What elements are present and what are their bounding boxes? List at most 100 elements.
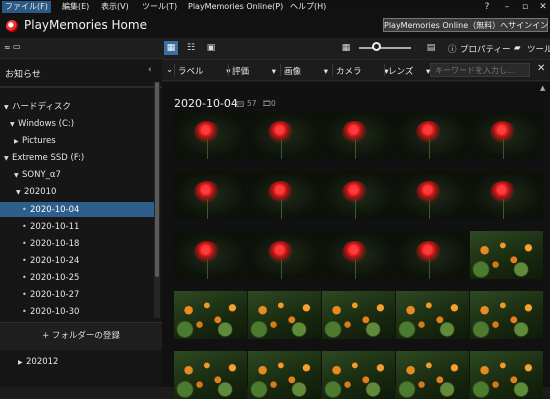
close-window-icon[interactable]: ✕ [536,1,550,13]
divider [0,86,162,88]
filter-dropdown[interactable]: カメラ ▾ [336,65,388,77]
photo-thumbnail[interactable] [322,291,395,339]
close-icon[interactable]: ✕ [537,63,545,74]
photo-thumbnail[interactable] [396,291,469,339]
photo-thumbnail[interactable] [248,351,321,399]
monitor-icon[interactable]: ▭ [13,42,21,51]
tree-item-label: 2020-10-04 [30,205,80,215]
bullet-icon[interactable]: • [22,287,30,302]
photo-thumbnail[interactable] [396,231,469,279]
tree-item[interactable]: ▶ Pictures [0,134,154,149]
collapse-icon[interactable]: ≈ [4,43,11,52]
photo-thumbnail[interactable] [396,351,469,399]
properties-button[interactable]: プロパティー [460,43,511,55]
tree-item-label: Windows (C:) [18,119,75,129]
filter-collapse-icon[interactable]: ⌄ [166,65,173,75]
small-thumbs-icon[interactable]: ▦ [339,41,353,55]
tree-item[interactable]: • 2020-10-25 [0,270,154,285]
chevron-down-icon: ▾ [423,67,431,77]
toolbox-icon: ▰ [514,43,521,53]
menu-item[interactable]: ファイル(F) [2,1,51,13]
app-logo-icon [6,20,18,32]
bullet-icon[interactable]: • [22,202,30,217]
menu-item[interactable]: PlayMemories Online(P) [185,1,286,13]
photo-thumbnail[interactable] [396,171,469,219]
minimize-icon[interactable]: – [500,1,514,13]
tree-item[interactable]: • 2020-10-27 [0,287,154,302]
filter-label: ラベル [178,67,204,77]
tree-item[interactable]: ▼ ハードディスク [0,100,154,115]
menu-item[interactable]: ツール(T) [139,1,180,13]
photo-thumbnail[interactable] [322,111,395,159]
tree-item[interactable]: ▼ SONY_α7 [0,168,154,183]
expand-down-icon[interactable]: ▼ [14,168,22,183]
menu-item[interactable]: ヘルプ(H) [287,1,329,13]
tools-button[interactable]: ツール [527,43,550,55]
divider [384,64,385,76]
tree-item-label: 202012 [26,357,59,367]
expand-down-icon[interactable]: ▼ [16,185,24,200]
photo-thumbnail[interactable] [248,291,321,339]
photo-thumbnail[interactable] [248,231,321,279]
expand-right-icon[interactable]: ▶ [18,355,26,370]
help-icon[interactable]: ? [480,1,494,13]
scroll-up-icon[interactable]: ▲ [540,84,545,92]
tree-item-label: SONY_α7 [22,170,61,180]
maximize-icon[interactable]: ▫ [518,1,532,13]
register-folder-button[interactable]: + フォルダーの登録 [0,322,162,350]
filter-dropdown[interactable]: 評価 ▾ [232,65,276,77]
photo-thumbnail[interactable] [322,351,395,399]
tree-item[interactable]: • 2020-10-30 [0,304,154,319]
photo-thumbnail[interactable] [174,111,247,159]
chevron-down-icon: ▾ [269,67,276,77]
menu-item[interactable]: 編集(E) [59,1,92,13]
filter-dropdown[interactable]: レンズ ▾ [388,65,430,77]
bullet-icon[interactable]: • [22,236,30,251]
filter-dropdown[interactable]: ラベル ▾ [178,65,230,77]
list-view-icon[interactable]: ☷ [184,41,198,55]
search-input[interactable] [430,63,530,77]
menu-item[interactable]: 表示(V) [98,1,132,13]
tree-item[interactable]: • 2020-10-18 [0,236,154,251]
photo-thumbnail[interactable] [322,171,395,219]
divider [332,64,333,76]
tree-item[interactable]: ▼ Windows (C:) [0,117,154,132]
photo-thumbnail[interactable] [174,351,247,399]
tree-item[interactable]: • 2020-10-04 [0,202,154,217]
filter-dropdown[interactable]: 画像 ▾ [284,65,328,77]
notice-label[interactable]: お知らせ [5,67,41,80]
photo-thumbnail[interactable] [174,231,247,279]
photo-thumbnail[interactable] [322,231,395,279]
tree-item[interactable]: • 2020-10-11 [0,219,154,234]
bullet-icon[interactable]: • [22,219,30,234]
photo-thumbnail[interactable] [470,231,543,279]
tree-item[interactable]: ▶ 202012 [0,355,154,370]
bullet-icon[interactable]: • [22,270,30,285]
expand-right-icon[interactable]: ▶ [14,134,22,149]
expand-down-icon[interactable]: ▼ [4,100,12,115]
zoom-slider-handle[interactable] [372,42,381,51]
photo-thumbnail[interactable] [174,171,247,219]
photo-thumbnail[interactable] [248,111,321,159]
large-thumbs-icon[interactable]: ▤ [424,41,438,55]
photo-thumbnail[interactable] [248,171,321,219]
photo-thumbnail[interactable] [396,111,469,159]
tree-item[interactable]: ▼ 202010 [0,185,154,200]
photo-thumbnail[interactable] [470,351,543,399]
expand-down-icon[interactable]: ▼ [4,151,12,166]
tree-item[interactable]: • 2020-10-24 [0,253,154,268]
photo-thumbnail[interactable] [470,111,543,159]
grid-view-icon[interactable]: ▦ [164,41,178,55]
tree-item[interactable]: ▼ Extreme SSD (F:) [0,151,154,166]
chevron-left-icon[interactable]: ‹ [148,65,152,75]
photo-thumbnail[interactable] [470,291,543,339]
bullet-icon[interactable]: • [22,253,30,268]
signin-button[interactable]: PlayMemories Online（無料）へサインイン [383,18,548,32]
expand-down-icon[interactable]: ▼ [10,117,18,132]
bullet-icon[interactable]: • [22,304,30,319]
calendar-view-icon[interactable]: ▣ [204,41,218,55]
zoom-slider[interactable] [359,47,411,49]
photo-thumbnail[interactable] [174,291,247,339]
photo-thumbnail[interactable] [470,171,543,219]
sidebar-scrollbar-thumb[interactable] [155,82,159,277]
